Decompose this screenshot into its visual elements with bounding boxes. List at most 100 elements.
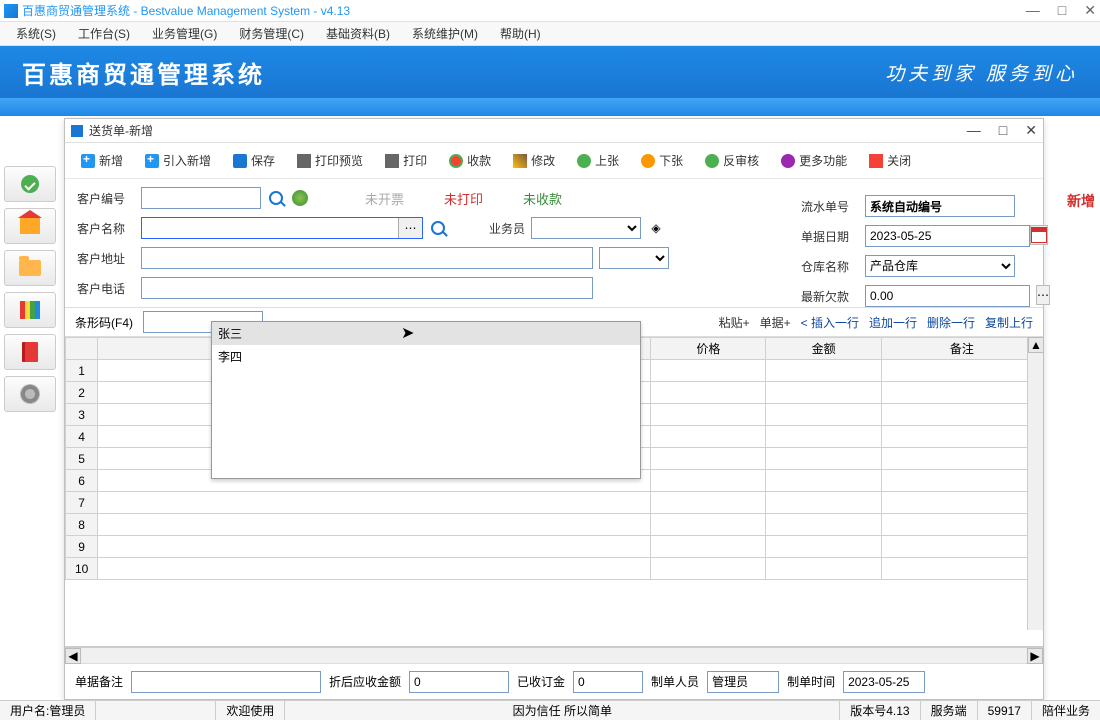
child-maximize-button[interactable]: □ xyxy=(999,122,1007,139)
paste-button[interactable]: 粘贴+ xyxy=(719,314,750,331)
close-button[interactable]: ✕ xyxy=(1084,2,1096,19)
rownum: 7 xyxy=(66,492,98,514)
rownum: 1 xyxy=(66,360,98,382)
doc-date-picker[interactable] xyxy=(1030,225,1048,245)
dropdown-option[interactable]: 张三 xyxy=(212,322,640,345)
folder-icon xyxy=(19,260,41,276)
tb-edit[interactable]: 修改 xyxy=(507,149,561,172)
lbl-ordered: 已收订金 xyxy=(517,673,565,690)
badge-new: 新增 xyxy=(1067,191,1095,211)
tb-save[interactable]: 保存 xyxy=(227,149,281,172)
tb-unapprove[interactable]: 反审核 xyxy=(699,149,765,172)
menu-basicdata[interactable]: 基础资料(B) xyxy=(316,23,400,44)
tb-import[interactable]: 引入新增 xyxy=(139,149,217,172)
last-debt-input[interactable] xyxy=(865,285,1030,307)
rownum: 8 xyxy=(66,514,98,536)
remark-input[interactable] xyxy=(131,671,321,693)
scroll-up-icon[interactable]: ▲ xyxy=(1028,337,1043,353)
menu-help[interactable]: 帮助(H) xyxy=(490,23,551,44)
status-slogan: 因为信任 所以简单 xyxy=(285,701,840,720)
tb-receive[interactable]: 收款 xyxy=(443,149,497,172)
minimize-button[interactable]: — xyxy=(1026,2,1040,19)
ordered-input[interactable] xyxy=(573,671,643,693)
child-toolbar: 新增 引入新增 保存 打印预览 打印 收款 修改 上张 下张 反审核 更多功能 … xyxy=(65,143,1043,179)
menu-maintenance[interactable]: 系统维护(M) xyxy=(402,23,488,44)
main-title: 百惠商贸通管理系统 - Bestvalue Management System … xyxy=(4,2,350,19)
cust-name-search[interactable] xyxy=(429,219,447,237)
left-btn-book[interactable] xyxy=(4,334,56,370)
scroll-right-icon[interactable]: ▶ xyxy=(1027,648,1043,664)
cust-no-globe[interactable] xyxy=(291,189,309,207)
cust-name-dropdown-btn[interactable]: ⋯ xyxy=(398,218,422,238)
sub-strip xyxy=(0,98,1100,116)
menu-workbench[interactable]: 工作台(S) xyxy=(68,23,140,44)
table-row[interactable]: 7 xyxy=(66,492,1043,514)
col-price[interactable]: 价格 xyxy=(651,338,766,360)
house-icon xyxy=(20,218,40,234)
create-time-input[interactable] xyxy=(843,671,925,693)
child-minimize-button[interactable]: — xyxy=(967,122,981,139)
table-row[interactable]: 9 xyxy=(66,536,1043,558)
scroll-left-icon[interactable]: ◀ xyxy=(65,648,81,664)
lbl-warehouse: 仓库名称 xyxy=(801,255,857,277)
flow-no-input[interactable] xyxy=(865,195,1015,217)
maximize-button[interactable]: □ xyxy=(1058,2,1066,19)
append-row-link[interactable]: 追加一行 xyxy=(869,314,917,331)
delete-row-link[interactable]: 删除一行 xyxy=(927,314,975,331)
tb-close[interactable]: 关闭 xyxy=(863,149,917,172)
lbl-last-debt: 最新欠款 xyxy=(801,285,857,307)
child-close-button[interactable]: ✕ xyxy=(1025,122,1037,139)
horizontal-scrollbar[interactable]: ◀ ▶ xyxy=(65,647,1043,663)
left-btn-settings[interactable] xyxy=(4,376,56,412)
last-debt-more[interactable]: ⋯ xyxy=(1036,285,1050,305)
cust-no-search[interactable] xyxy=(267,189,285,207)
cust-name-input[interactable] xyxy=(142,218,398,238)
col-rownum xyxy=(66,338,98,360)
brand-title: 百惠商贸通管理系统 xyxy=(22,55,265,90)
status-tail: 陪伴业务 xyxy=(1032,701,1100,720)
left-btn-chart[interactable] xyxy=(4,292,56,328)
tb-more[interactable]: 更多功能 xyxy=(775,149,853,172)
tb-prev[interactable]: 上张 xyxy=(571,149,625,172)
menu-system[interactable]: 系统(S) xyxy=(6,23,66,44)
cust-name-combo[interactable]: ⋯ xyxy=(141,217,423,239)
status-welcome: 欢迎使用 xyxy=(216,701,285,720)
left-btn-check[interactable] xyxy=(4,166,56,202)
tb-print[interactable]: 打印 xyxy=(379,149,433,172)
salesman-btn[interactable]: ◈ xyxy=(647,219,665,237)
printer-icon xyxy=(385,154,399,168)
child-window-buttons: — □ ✕ xyxy=(967,122,1037,139)
dropdown-option[interactable]: 李四 xyxy=(212,345,640,368)
left-btn-home[interactable] xyxy=(4,208,56,244)
creator-input[interactable] xyxy=(707,671,779,693)
after-discount-input[interactable] xyxy=(409,671,509,693)
insert-row-link[interactable]: < 插入一行 xyxy=(801,314,859,331)
doc-date-input[interactable] xyxy=(865,225,1030,247)
docplus-button[interactable]: 单据+ xyxy=(760,314,791,331)
money-icon xyxy=(449,154,463,168)
menu-business[interactable]: 业务管理(G) xyxy=(142,23,227,44)
left-btn-folder[interactable] xyxy=(4,250,56,286)
status-unprint: 未打印 xyxy=(444,189,483,208)
tb-preview[interactable]: 打印预览 xyxy=(291,149,369,172)
cust-tel-input[interactable] xyxy=(141,277,593,299)
col-amount[interactable]: 金额 xyxy=(766,338,881,360)
cust-addr-input[interactable] xyxy=(141,247,593,269)
rownum: 4 xyxy=(66,426,98,448)
table-row[interactable]: 8 xyxy=(66,514,1043,536)
salesman-select[interactable] xyxy=(531,217,641,239)
menu-finance[interactable]: 财务管理(C) xyxy=(229,23,314,44)
lbl-barcode: 条形码(F4) xyxy=(75,314,133,331)
tb-next[interactable]: 下张 xyxy=(635,149,689,172)
table-row[interactable]: 10 xyxy=(66,558,1043,580)
copy-row-link[interactable]: 复制上行 xyxy=(985,314,1033,331)
child-titlebar: 送货单-新增 — □ ✕ xyxy=(65,119,1043,143)
warehouse-select[interactable]: 产品仓库 xyxy=(865,255,1015,277)
col-remark[interactable]: 备注 xyxy=(881,338,1042,360)
tb-new[interactable]: 新增 xyxy=(75,149,129,172)
lbl-doc-date: 单据日期 xyxy=(801,225,857,247)
vertical-scrollbar[interactable]: ▲ xyxy=(1027,337,1043,630)
cust-no-input[interactable] xyxy=(141,187,261,209)
cust-addr-select[interactable] xyxy=(599,247,669,269)
child-title: 送货单-新增 xyxy=(71,122,153,139)
